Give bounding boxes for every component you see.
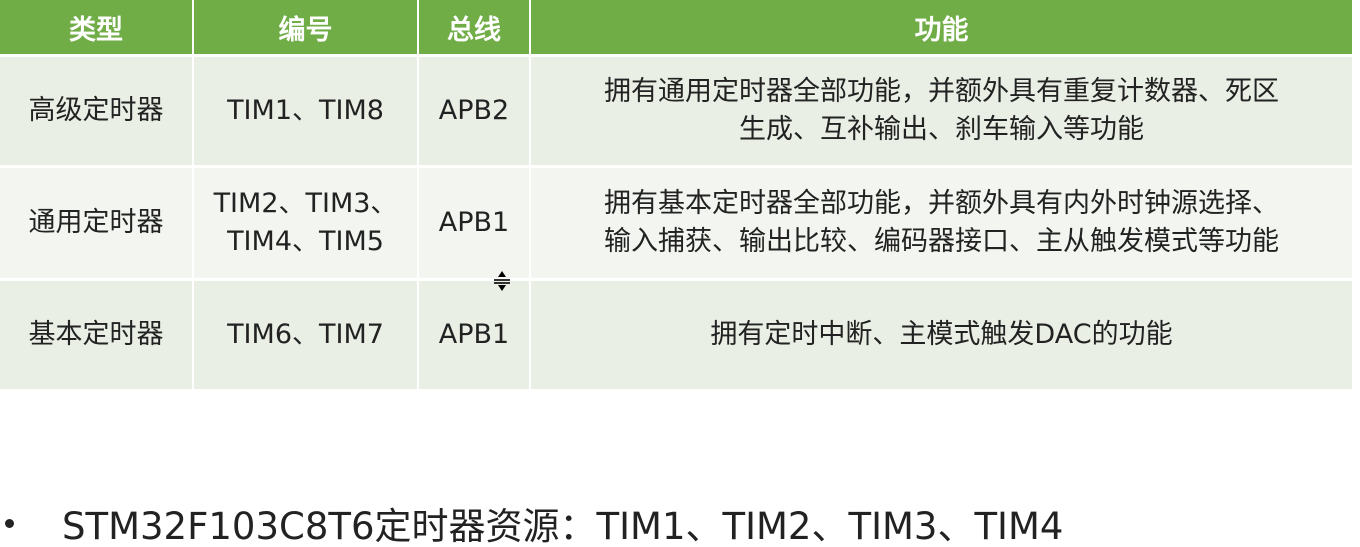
bullet-item: STM32F103C8T6定时器资源：TIM1、TIM2、TIM3、TIM4 [0, 500, 1063, 547]
cell-function-line: 拥有定时中断、主模式触发DAC的功能 [710, 319, 1173, 350]
timer-types-table: 类型 编号 总线 功能 高级定时器 TIM1、TIM8 APB2 拥有通用定时器… [0, 0, 1352, 392]
cell-bus: APB2 [418, 55, 531, 168]
table-row: 高级定时器 TIM1、TIM8 APB2 拥有通用定时器全部功能，并额外具有重复… [0, 55, 1352, 168]
bullet-text: STM32F103C8T6定时器资源：TIM1、TIM2、TIM3、TIM4 [62, 505, 1064, 547]
cell-number: TIM2、TIM3、 TIM4、TIM5 [193, 166, 419, 281]
row-resize-cursor-icon [492, 270, 512, 292]
cell-function-line: 拥有通用定时器全部功能，并额外具有重复计数器、死区 [604, 76, 1279, 107]
table-row: 基本定时器 TIM6、TIM7 APB1 拥有定时中断、主模式触发DAC的功能 [0, 279, 1352, 392]
cell-number: TIM1、TIM8 [193, 55, 419, 168]
table-row: 通用定时器 TIM2、TIM3、 TIM4、TIM5 APB1 拥有基本定时器全… [0, 166, 1352, 281]
cell-type: 通用定时器 [0, 166, 194, 281]
header-bus: 总线 [418, 0, 531, 57]
cell-bus: APB1 [418, 279, 531, 392]
table-header-row: 类型 编号 总线 功能 [0, 0, 1352, 57]
header-number: 编号 [193, 0, 419, 57]
header-type: 类型 [0, 0, 194, 57]
cell-number-line: TIM1、TIM8 [227, 95, 384, 126]
cell-function: 拥有基本定时器全部功能，并额外具有内外时钟源选择、 输入捕获、输出比较、编码器接… [530, 166, 1352, 281]
cell-function: 拥有通用定时器全部功能，并额外具有重复计数器、死区 生成、互补输出、刹车输入等功… [530, 55, 1352, 168]
cell-number: TIM6、TIM7 [193, 279, 419, 392]
cell-function-line: 拥有基本定时器全部功能，并额外具有内外时钟源选择、 [604, 188, 1279, 219]
bullet-dot-icon [5, 518, 14, 528]
cell-number-line: TIM4、TIM5 [227, 226, 384, 257]
cell-bus: APB1 [418, 166, 531, 281]
cell-function-line: 生成、互补输出、刹车输入等功能 [739, 114, 1144, 145]
cell-number-line: TIM6、TIM7 [227, 319, 384, 350]
header-function: 功能 [530, 0, 1352, 57]
cell-type: 高级定时器 [0, 55, 194, 168]
slide: 类型 编号 总线 功能 高级定时器 TIM1、TIM8 APB2 拥有通用定时器… [0, 0, 1360, 547]
cell-number-line: TIM2、TIM3、 [213, 188, 398, 219]
cell-function-line: 输入捕获、输出比较、编码器接口、主从触发模式等功能 [604, 226, 1279, 257]
cell-function: 拥有定时中断、主模式触发DAC的功能 [530, 279, 1352, 392]
cell-type: 基本定时器 [0, 279, 194, 392]
